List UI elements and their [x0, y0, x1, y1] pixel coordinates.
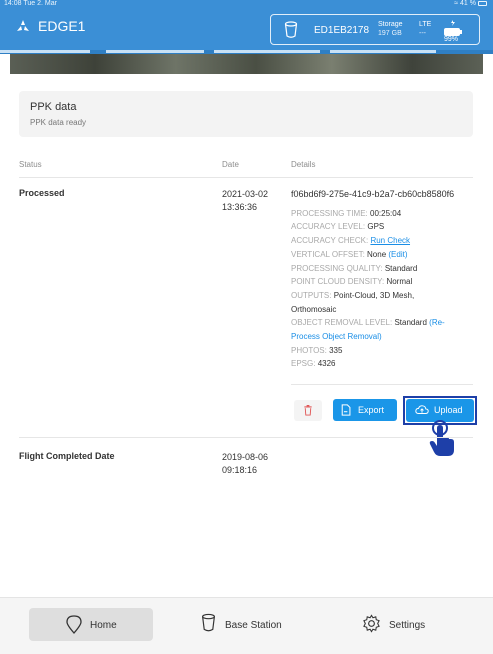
tab-indicator-2[interactable]: [106, 50, 204, 53]
detail-processing-quality: PROCESSING QUALITY: Standard: [291, 263, 418, 273]
tab-indicator-3[interactable]: [214, 50, 320, 53]
tab-indicator-1[interactable]: [0, 50, 90, 53]
app-name: EDGE1: [38, 18, 86, 34]
device-status-panel[interactable]: ED1EB2178 Storage 197 GB LTE --- 99%: [270, 14, 480, 45]
trash-icon: [304, 405, 312, 416]
base-station-nav-icon: [202, 613, 215, 632]
processed-date-day: 2021-03-02: [222, 189, 269, 199]
column-header-date: Date: [222, 160, 239, 169]
upload-button[interactable]: Upload: [406, 399, 474, 422]
processing-id: f06bd6f9-275e-41c9-b2a7-cb60cb8580f6: [291, 189, 455, 199]
nav-settings-label: Settings: [389, 620, 426, 631]
cloud-upload-icon: [415, 405, 429, 414]
aerial-image-preview: [10, 54, 483, 74]
storage-value: 197 GB: [378, 30, 402, 37]
export-button[interactable]: Export: [333, 399, 397, 421]
tab-indicator-4[interactable]: [330, 50, 436, 53]
detail-outputs-cont: Orthomosaic: [291, 304, 337, 314]
ppk-title: PPK data: [30, 101, 77, 113]
details-divider: [291, 384, 473, 385]
reprocess-object-removal-link-1[interactable]: (Re-: [429, 318, 445, 327]
file-export-icon: [341, 404, 351, 416]
ppk-data-card: PPK data PPK data ready: [19, 91, 473, 137]
detail-accuracy-level: ACCURACY LEVEL: GPS: [291, 222, 385, 232]
lte-value: ---: [419, 30, 426, 37]
nav-settings[interactable]: Settings: [358, 612, 448, 638]
run-check-link[interactable]: Run Check: [370, 236, 410, 245]
ppk-subtitle: PPK data ready: [30, 118, 87, 127]
app-brand[interactable]: EDGE1: [16, 18, 85, 34]
upload-label: Upload: [434, 405, 463, 415]
hand-pointer-icon: [429, 420, 454, 456]
detail-epsg: EPSG: 4326: [291, 359, 336, 369]
reprocess-object-removal-link-2[interactable]: Process Object Removal): [291, 330, 476, 344]
detail-outputs: OUTPUTS: Point-Cloud, 3D Mesh,: [291, 290, 415, 300]
map-pin-icon: [66, 615, 82, 634]
detail-vertical-offset: VERTICAL OFFSET: None (Edit): [291, 249, 408, 259]
flight-completed-date-day: 2019-08-06: [222, 452, 269, 462]
detail-accuracy-check: ACCURACY CHECK: Run Check: [291, 236, 411, 246]
flight-completed-label: Flight Completed Date: [19, 451, 115, 461]
status-battery-icon: [478, 1, 487, 6]
edit-vertical-offset-link[interactable]: (Edit): [388, 250, 407, 259]
nav-home[interactable]: Home: [29, 608, 153, 641]
device-battery-label: 99%: [444, 36, 459, 43]
status-bar-right: ≈ 41 %: [454, 0, 487, 7]
row-divider: [19, 437, 473, 438]
header-divider: [19, 177, 473, 178]
base-station-icon: [284, 21, 298, 38]
detail-object-removal: OBJECT REMOVAL LEVEL: Standard (Re-: [291, 318, 445, 328]
nav-base-station-label: Base Station: [225, 620, 282, 631]
export-label: Export: [358, 405, 385, 415]
processed-details: f06bd6f9-275e-41c9-b2a7-cb60cb8580f6 PRO…: [291, 188, 476, 371]
drone-logo-icon: [17, 20, 29, 31]
column-header-status: Status: [19, 160, 42, 169]
detail-processing-time: PROCESSING TIME: 00:25:04: [291, 208, 402, 218]
status-battery-percent: 41 %: [460, 0, 476, 7]
flight-completed-date: 2019-08-06 09:18:16: [222, 451, 268, 477]
detail-point-cloud-density: POINT CLOUD DENSITY: Normal: [291, 277, 413, 287]
nav-base-station[interactable]: Base Station: [195, 612, 305, 638]
column-header-details: Details: [291, 160, 316, 169]
lte-label: LTE: [419, 21, 432, 28]
wifi-icon: ≈: [454, 0, 459, 7]
delete-button[interactable]: [294, 400, 322, 421]
processed-date-time: 13:36:36: [222, 202, 258, 212]
detail-photos: PHOTOS: 335: [291, 345, 343, 355]
status-bar-time: 14:08 Tue 2. Mar: [4, 0, 57, 7]
bottom-navigation: Home Base Station Settings: [0, 597, 493, 654]
gear-icon: [363, 614, 380, 633]
top-header: 14:08 Tue 2. Mar ≈ 41 % EDGE1 ED1EB2178 …: [0, 0, 493, 50]
flight-completed-date-time: 09:18:16: [222, 465, 258, 475]
storage-label: Storage: [378, 21, 403, 28]
processed-status: Processed: [19, 188, 65, 198]
device-id: ED1EB2178: [314, 25, 370, 36]
nav-home-label: Home: [90, 620, 117, 631]
processed-date: 2021-03-02 13:36:36: [222, 188, 268, 214]
